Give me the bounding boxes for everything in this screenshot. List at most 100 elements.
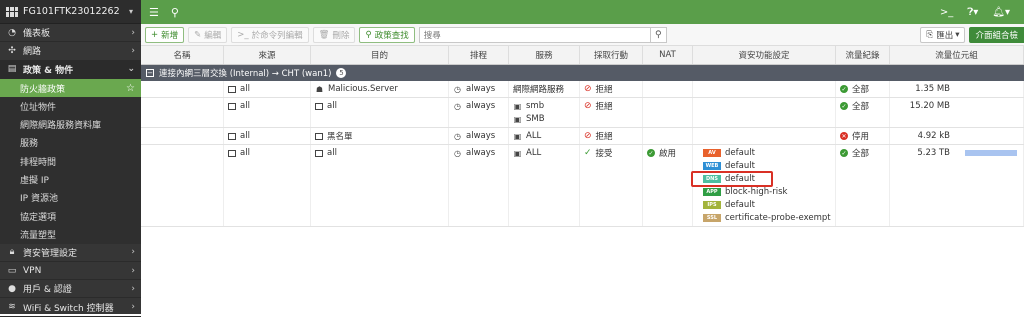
interface-pair-group[interactable]: − 連接內網三層交換 (Internal) → CHT (wan1) 5: [141, 65, 1024, 81]
schedule-value: always: [466, 101, 496, 111]
sidebar-item-virtual-ip[interactable]: 虛擬 IP: [0, 170, 141, 189]
check-circle-icon: ✓: [647, 149, 655, 157]
security-profile-item[interactable]: SSL certificate-probe-exempt: [703, 213, 831, 223]
edit-button-label: 編輯: [204, 30, 222, 41]
profile-name: default: [725, 161, 755, 171]
collapse-icon[interactable]: −: [146, 69, 154, 77]
destination-value: 黑名單: [327, 132, 353, 142]
cell-schedule: ◷ always: [449, 128, 509, 144]
column-header-bytes[interactable]: 流量位元組: [890, 46, 1024, 64]
sidebar-item-security-profiles[interactable]: 🔒︎ 資安管理設定 ›: [0, 244, 141, 262]
chevron-right-icon: ›: [131, 27, 135, 38]
deny-icon: ⊘: [584, 131, 592, 141]
table-row[interactable]: all all ◷ always ▣ smb ▣ SMB ⊘ 拒絕 ✓ 全部 15.20 …: [141, 98, 1024, 128]
sidebar-item-wifi-switch[interactable]: ≋ WiFi & Switch 控制器 ›: [0, 298, 141, 317]
search-input[interactable]: 搜尋: [418, 26, 651, 43]
sidebar-item-isdb[interactable]: 網際網路服務資料庫: [0, 115, 141, 134]
sidebar-item-policy-objects[interactable]: ▤ 政策 & 物件 ⌄: [0, 60, 141, 79]
table-row[interactable]: all ☗ Malicious.Server ◷ always 網際網路服務 ⊘ 拒絕…: [141, 81, 1024, 98]
table-row[interactable]: all all ◷ always ▣ ALL ✓ 接受 ✓ 啟用 AV default WE…: [141, 145, 1024, 227]
delete-button[interactable]: 🗑︎ 刪除: [312, 26, 356, 43]
address-icon: [228, 102, 236, 110]
service-icon: ▣: [513, 101, 522, 111]
service-icon: ▣: [513, 114, 522, 124]
address-icon: [228, 149, 236, 157]
policy-lookup-button[interactable]: ⚲ 政策查找: [359, 26, 415, 43]
menu-icon[interactable]: ☰: [149, 6, 159, 19]
sidebar-item-traffic-shaping[interactable]: 流量塑型: [0, 225, 141, 244]
log-value: 全部: [852, 102, 870, 112]
action-value: 接受: [595, 149, 613, 159]
column-header-action[interactable]: 採取行動: [580, 46, 643, 64]
chevron-down-icon: ⌄: [127, 64, 135, 75]
lock-icon: 🔒︎: [9, 247, 15, 258]
notification-bell-icon[interactable]: 🔔︎▾: [992, 7, 1010, 18]
column-header-source[interactable]: 來源: [224, 46, 311, 64]
interface-pair-view-button[interactable]: 介面組合檢: [969, 26, 1024, 43]
cell-source: all: [224, 81, 311, 97]
search-icon[interactable]: ⚲: [171, 6, 179, 19]
column-header-name[interactable]: 名稱: [141, 46, 224, 64]
policy-table: 名稱 來源 目的 排程 服務 採取行動 NAT 資安功能設定 流量紀錄 流量位元…: [141, 46, 1024, 227]
chevron-right-icon: ›: [131, 302, 135, 313]
dashboard-icon: ◔: [8, 27, 16, 38]
column-header-destination[interactable]: 目的: [311, 46, 449, 64]
schedule-value: always: [466, 131, 496, 141]
edit-button[interactable]: ✎ 編輯: [188, 26, 228, 43]
sidebar-item-label: 排程時間: [20, 157, 57, 168]
cell-source: all: [224, 145, 311, 226]
column-header-schedule[interactable]: 排程: [449, 46, 509, 64]
log-value: 全部: [852, 149, 870, 159]
sidebar-item-label: 儀表板: [23, 29, 51, 40]
star-icon[interactable]: ☆: [126, 83, 135, 94]
profile-tag-ips: IPS: [703, 201, 721, 209]
sidebar-item-services[interactable]: 服務: [0, 133, 141, 153]
sidebar-item-label: 網際網路服務資料庫: [20, 121, 102, 132]
action-value: 拒絕: [595, 102, 613, 112]
profile-tag-ssl: SSL: [703, 214, 721, 222]
security-profile-item[interactable]: APP block-high-risk: [703, 187, 831, 197]
new-button[interactable]: + 新增: [145, 26, 185, 43]
sidebar-item-network[interactable]: ✣ 網路 ›: [0, 42, 141, 61]
schedule-value: always: [466, 84, 496, 94]
search-icon[interactable]: ⚲: [650, 26, 667, 43]
security-profile-item[interactable]: WEB default: [703, 161, 831, 171]
column-header-security-profiles[interactable]: 資安功能設定: [693, 46, 836, 64]
policy-lookup-label: 政策查找: [374, 30, 409, 41]
profile-name: block-high-risk: [725, 187, 788, 197]
cli-console-icon[interactable]: >_: [940, 7, 953, 18]
table-row[interactable]: all 黑名單 ◷ always ▣ ALL ⊘ 拒絕 ✕ 停用 4.92 kB: [141, 128, 1024, 145]
export-icon: ⎘: [926, 29, 934, 40]
column-header-service[interactable]: 服務: [509, 46, 580, 64]
export-button[interactable]: ⎘ 匯出 ▾: [920, 26, 966, 43]
delete-button-label: 刪除: [332, 30, 350, 41]
sidebar-item-schedules[interactable]: 排程時間: [0, 152, 141, 171]
cell-schedule: ◷ always: [449, 145, 509, 226]
address-icon: [315, 102, 323, 110]
wifi-icon: ≋: [8, 302, 16, 313]
sidebar-item-ip-pools[interactable]: IP 資源池: [0, 188, 141, 207]
cell-action: ✓ 接受: [580, 145, 643, 226]
sidebar-item-addresses[interactable]: 位址物件: [0, 97, 141, 116]
sidebar-item-user-auth[interactable]: ● 用戶 & 認證 ›: [0, 280, 141, 299]
security-profile-item[interactable]: AV default: [703, 148, 831, 158]
security-profile-item[interactable]: IPS default: [703, 200, 831, 210]
cell-bytes: 15.20 MB: [890, 98, 1024, 127]
column-header-log[interactable]: 流量紀錄: [836, 46, 890, 64]
cell-action: ⊘ 拒絕: [580, 98, 643, 127]
column-header-nat[interactable]: NAT: [643, 46, 693, 64]
cell-name: [141, 128, 224, 144]
help-icon[interactable]: ❓︎▾: [967, 7, 978, 18]
cell-action: ⊘ 拒絕: [580, 128, 643, 144]
sidebar-item-protocol-options[interactable]: 協定選項: [0, 206, 141, 226]
chevron-down-icon: ▾: [128, 7, 133, 16]
sidebar-item-firewall-policy[interactable]: 防火牆政策 ☆: [0, 78, 141, 98]
edit-in-cli-button[interactable]: >_ 於命令列編輯: [231, 26, 309, 43]
service-value: smb: [526, 101, 545, 111]
device-header[interactable]: FG101FTK23012262 ▾: [0, 0, 141, 24]
sidebar-item-dashboard[interactable]: ◔ 儀表板 ›: [0, 24, 141, 43]
policy-toolbar: + 新增 ✎ 編輯 >_ 於命令列編輯 🗑︎ 刪除 ⚲ 政策查找 搜尋 ⚲ ⎘ 匯出 ▾ 介面…: [141, 24, 1024, 46]
sidebar-item-vpn[interactable]: ▭ VPN ›: [0, 262, 141, 281]
cell-security-profiles: [693, 81, 836, 97]
sidebar-item-label: 協定選項: [20, 212, 57, 223]
